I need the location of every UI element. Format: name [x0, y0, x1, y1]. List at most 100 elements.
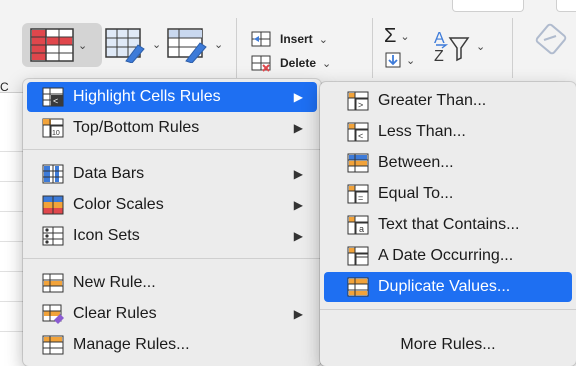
submenu-arrow-icon: ▶: [293, 167, 303, 181]
icon-sets-icon: [41, 225, 65, 247]
insert-cells-icon: [251, 31, 271, 47]
menu-separator: [320, 309, 576, 310]
submenu-item-greater-than[interactable]: > Greater Than...: [324, 86, 572, 116]
autosum-button[interactable]: Σ ⌄: [384, 24, 415, 48]
menu-item-label: Highlight Cells Rules: [73, 88, 221, 105]
submenu-item-date-occurring[interactable]: A Date Occurring...: [324, 241, 572, 271]
submenu-arrow-icon: ▶: [293, 90, 303, 104]
submenu-item-label: Text that Contains...: [378, 216, 520, 233]
data-bars-icon: [41, 163, 65, 185]
fill-down-icon: [385, 52, 401, 68]
submenu-item-label: Duplicate Values...: [378, 278, 511, 295]
conditional-formatting-button[interactable]: ⌄: [22, 23, 102, 67]
menu-item-manage-rules[interactable]: Manage Rules...: [27, 330, 317, 360]
submenu-item-between[interactable]: Between...: [324, 148, 572, 178]
svg-text:10: 10: [52, 130, 60, 137]
svg-text:>: >: [358, 100, 363, 110]
delete-label: Delete: [280, 56, 317, 70]
chevron-down-icon: ⌄: [152, 38, 162, 51]
submenu-arrow-icon: ▶: [293, 229, 303, 243]
ribbon-divider: [236, 18, 237, 78]
format-as-table-icon: [105, 28, 145, 63]
fill-button[interactable]: ⌄: [384, 48, 415, 72]
ribbon-tab[interactable]: [556, 0, 576, 12]
insert-label: Insert: [280, 32, 313, 46]
analyze-data-icon: [535, 23, 567, 55]
submenu-item-label: Between...: [378, 154, 454, 171]
highlight-cells-icon: <: [41, 86, 65, 108]
svg-text:a: a: [359, 224, 364, 234]
submenu-arrow-icon: ▶: [293, 307, 303, 321]
highlight-cells-submenu: > Greater Than... < Less Than... Between…: [320, 82, 576, 366]
insert-button[interactable]: Insert ⌄: [250, 27, 331, 51]
cell-styles-icon: [167, 28, 207, 63]
submenu-item-less-than[interactable]: < Less Than...: [324, 117, 572, 147]
menu-separator: [23, 258, 321, 259]
date-occurring-icon: [346, 245, 370, 267]
clear-rules-icon: [41, 303, 65, 325]
submenu-arrow-icon: ▶: [293, 198, 303, 212]
svg-text:<: <: [53, 96, 58, 106]
menu-item-data-bars[interactable]: Data Bars ▶: [27, 159, 317, 189]
manage-rules-icon: [41, 334, 65, 356]
ribbon-divider: [372, 18, 373, 78]
submenu-arrow-icon: ▶: [293, 121, 303, 135]
top-bottom-icon: 10: [41, 117, 65, 139]
delete-cells-icon: [251, 55, 271, 72]
menu-item-color-scales[interactable]: Color Scales ▶: [27, 190, 317, 220]
menu-separator: [23, 149, 321, 150]
submenu-item-label: A Date Occurring...: [378, 247, 514, 264]
conditional-formatting-icon: [30, 28, 74, 62]
duplicate-values-icon: [346, 276, 370, 298]
sigma-icon: Σ: [384, 24, 397, 47]
chevron-down-icon: ⌄: [214, 38, 224, 51]
svg-text:=: =: [358, 193, 363, 203]
submenu-item-label: More Rules...: [400, 336, 496, 353]
editing-group: Σ ⌄ ⌄: [384, 24, 415, 72]
ribbon-tab[interactable]: [452, 0, 524, 12]
submenu-item-label: Equal To...: [378, 185, 454, 202]
menu-item-label: Color Scales: [73, 196, 164, 213]
menu-item-label: New Rule...: [73, 274, 156, 291]
svg-text:<: <: [358, 131, 363, 141]
find-select-button[interactable]: [530, 22, 570, 67]
submenu-item-label: Greater Than...: [378, 92, 487, 109]
less-than-icon: <: [346, 121, 370, 143]
color-scales-icon: [41, 194, 65, 216]
menu-item-icon-sets[interactable]: Icon Sets ▶: [27, 221, 317, 251]
chevron-down-icon: ⌄: [476, 40, 486, 53]
submenu-item-more-rules[interactable]: More Rules...: [324, 330, 572, 360]
menu-item-top-bottom-rules[interactable]: 10 Top/Bottom Rules ▶: [27, 113, 317, 143]
menu-item-clear-rules[interactable]: Clear Rules ▶: [27, 299, 317, 329]
insert-delete-group: Insert ⌄ Delete ⌄: [250, 27, 331, 75]
new-rule-icon: [41, 272, 65, 294]
menu-item-highlight-cells-rules[interactable]: < Highlight Cells Rules ▶: [27, 82, 317, 112]
menu-item-label: Icon Sets: [73, 227, 140, 244]
menu-item-label: Top/Bottom Rules: [73, 119, 200, 136]
chevron-down-icon: ⌄: [322, 57, 332, 70]
between-icon: [346, 152, 370, 174]
submenu-item-equal-to[interactable]: = Equal To...: [324, 179, 572, 209]
submenu-item-duplicate-values[interactable]: Duplicate Values...: [324, 272, 572, 302]
equal-to-icon: =: [346, 183, 370, 205]
greater-than-icon: >: [346, 90, 370, 112]
sort-filter-icon: A Z: [434, 30, 470, 65]
sort-filter-button[interactable]: A Z ⌄: [432, 26, 485, 66]
submenu-item-label: Less Than...: [378, 123, 466, 140]
format-as-table-button[interactable]: ⌄: [104, 25, 161, 63]
menu-item-new-rule[interactable]: New Rule...: [27, 268, 317, 298]
chevron-down-icon: ⌄: [406, 54, 416, 67]
menu-item-label: Data Bars: [73, 165, 145, 182]
cell-styles-button[interactable]: ⌄: [166, 25, 223, 63]
menu-item-label: Clear Rules: [73, 305, 157, 322]
delete-button[interactable]: Delete ⌄: [250, 51, 331, 75]
ribbon-divider: [512, 18, 513, 78]
chevron-down-icon: ⌄: [318, 33, 328, 46]
chevron-down-icon: ⌄: [78, 39, 88, 52]
menu-item-label: Manage Rules...: [73, 336, 190, 353]
svg-text:Z: Z: [434, 48, 444, 65]
side-letter: C: [0, 80, 9, 94]
text-contains-icon: a: [346, 214, 370, 236]
conditional-formatting-menu: < Highlight Cells Rules ▶ 10 Top/Bottom …: [23, 79, 321, 366]
submenu-item-text-contains[interactable]: a Text that Contains...: [324, 210, 572, 240]
